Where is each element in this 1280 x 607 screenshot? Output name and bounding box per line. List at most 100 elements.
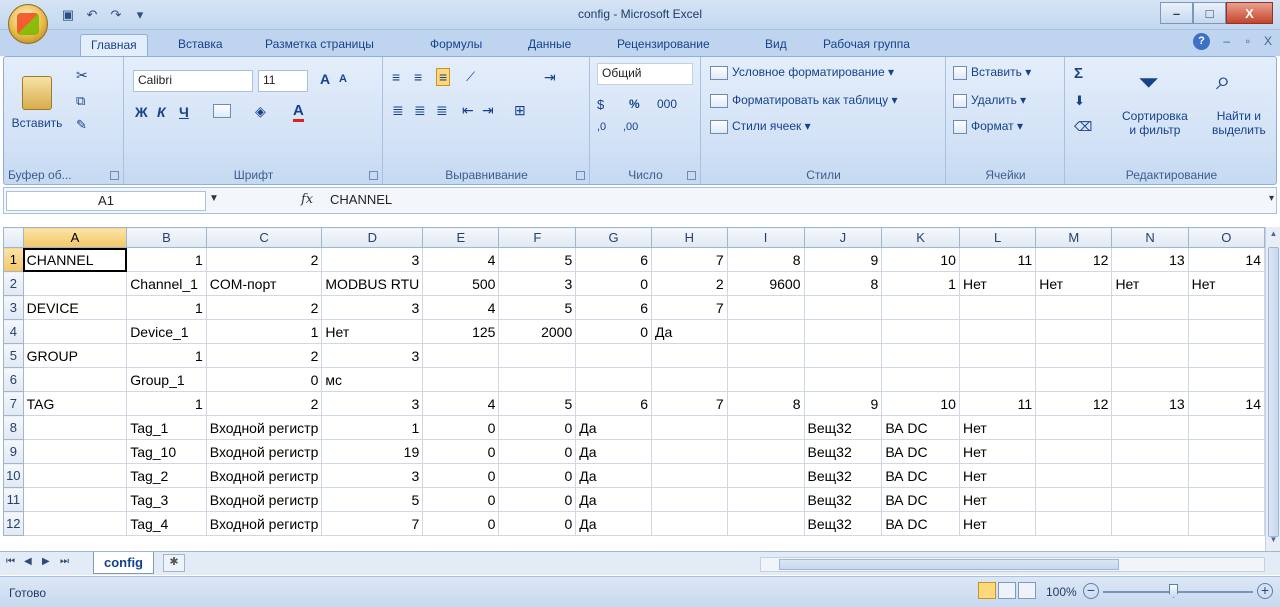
cell[interactable] [726,319,805,344]
borders-icon[interactable] [213,103,235,118]
column-header[interactable]: A [22,227,128,248]
cell[interactable]: ВА DC [881,463,960,488]
cell[interactable]: GROUP [22,343,128,368]
cell[interactable]: Нет [1111,271,1189,296]
cell[interactable]: 6 [575,247,652,272]
cell[interactable] [881,343,960,368]
number-format-select[interactable]: Общий [597,63,693,85]
cell[interactable]: 4 [422,295,500,320]
autosum-button[interactable]: Σ [1074,65,1083,82]
shrink-font-button[interactable]: A [339,73,347,85]
cell[interactable]: 0 [422,415,500,440]
cell[interactable] [1187,463,1265,488]
office-button[interactable] [8,4,48,44]
cell[interactable] [422,367,500,392]
cell[interactable] [1187,319,1265,344]
column-header[interactable]: C [205,227,323,248]
font-color-button[interactable]: A [293,102,304,122]
insert-function-button[interactable]: fx [301,192,313,207]
cell[interactable]: 1 [881,271,960,296]
fill-color-icon[interactable]: ◈ [255,103,266,120]
cell[interactable]: ВА DC [881,415,960,440]
row-header[interactable]: 7 [3,391,24,416]
cell[interactable]: 1 [126,247,207,272]
cell[interactable] [726,295,805,320]
cell[interactable]: 12 [1035,391,1113,416]
horizontal-scrollbar[interactable] [760,557,1265,572]
insert-cells-button[interactable]: Вставить ▾ [953,65,1031,80]
cell[interactable] [803,319,883,344]
cell[interactable] [1111,487,1189,512]
cell[interactable] [1187,295,1265,320]
zoom-slider-track[interactable] [1103,591,1253,593]
cell[interactable]: 0 [498,415,577,440]
cell[interactable]: 0 [498,511,577,536]
bold-button[interactable]: Ж [135,104,148,120]
cell[interactable]: Вещ32 [803,415,883,440]
cell[interactable] [22,271,128,296]
next-sheet-icon[interactable]: ▶ [42,556,50,567]
cell[interactable] [650,343,728,368]
cell[interactable] [498,367,577,392]
cell[interactable] [803,367,883,392]
cell[interactable] [650,439,728,464]
column-header[interactable]: I [726,227,805,248]
cell[interactable]: 19 [321,439,424,464]
cell[interactable]: 500 [422,271,500,296]
cell[interactable]: Нет [1187,271,1265,296]
first-sheet-icon[interactable]: ⏮ [6,556,15,567]
cell[interactable]: Да [575,439,652,464]
cell[interactable]: 3 [321,295,424,320]
cell[interactable] [881,295,960,320]
cell[interactable] [1111,367,1189,392]
row-header[interactable]: 1 [3,247,24,272]
format-painter-icon[interactable]: ✎ [76,117,87,133]
cell[interactable]: 2 [205,295,323,320]
cell[interactable] [22,439,128,464]
thousands-button[interactable]: 000 [657,97,677,111]
align-middle-icon[interactable]: ≡ [414,69,422,85]
font-name-select[interactable]: Calibri [133,70,253,92]
cell[interactable] [958,295,1037,320]
cell[interactable]: Входной регистр [205,439,323,464]
cell[interactable]: Вещ32 [803,487,883,512]
cell[interactable]: Tag_2 [126,463,207,488]
spreadsheet-grid[interactable]: ABCDEFGHIJKLMNO 1 CHANNEL 1 2 3 4 5 6 7 8 9 10 11 12 1… [3,227,1265,551]
cell[interactable]: 8 [726,247,805,272]
cell[interactable]: 14 [1187,247,1265,272]
insert-sheet-icon[interactable]: ✱ [163,554,185,572]
cell[interactable] [1035,343,1113,368]
name-box[interactable]: A1 [6,191,206,211]
copy-icon[interactable]: ⧉ [76,93,85,109]
cell[interactable]: 0 [205,367,323,392]
cell[interactable] [22,463,128,488]
row-header[interactable]: 5 [3,343,24,368]
tab-data[interactable]: Данные [528,37,571,51]
vertical-scroll-thumb[interactable] [1268,247,1279,537]
sheet-tab-config[interactable]: config [93,552,154,574]
cell[interactable] [1035,439,1113,464]
cell[interactable]: 5 [321,487,424,512]
align-top-icon[interactable]: ≡ [392,69,400,85]
cell-styles-button[interactable]: Стили ячеек ▾ [710,119,811,134]
vertical-scrollbar[interactable]: ▲ ▼ [1265,227,1280,551]
cell[interactable]: 4 [422,391,500,416]
cell[interactable] [1111,415,1189,440]
percent-button[interactable]: % [629,97,640,111]
currency-icon[interactable]: $ [597,97,604,112]
cell[interactable] [958,319,1037,344]
cell[interactable]: 8 [726,391,805,416]
decrease-decimal-button[interactable]: ,00 [623,121,638,133]
tab-review[interactable]: Рецензирование [617,37,710,51]
cell[interactable] [881,319,960,344]
sort-filter-button[interactable]: Сортировка и фильтр [1122,109,1188,137]
cell[interactable]: Нет [958,439,1037,464]
cell[interactable]: 0 [498,463,577,488]
row-header[interactable]: 6 [3,367,24,392]
column-header[interactable]: E [422,227,500,248]
cell[interactable]: Group_1 [126,367,207,392]
cell[interactable]: ВА DC [881,511,960,536]
tab-page-layout[interactable]: Разметка страницы [265,37,374,51]
orientation-icon[interactable]: ⟋ [466,69,475,85]
cell[interactable] [1035,295,1113,320]
